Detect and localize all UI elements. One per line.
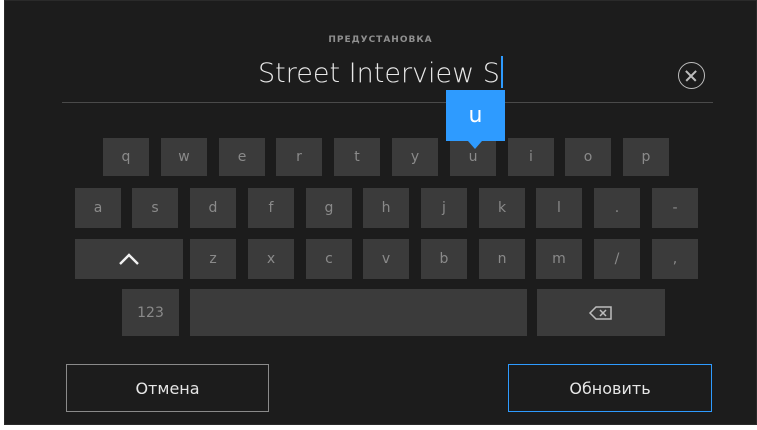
key-period[interactable]: .	[594, 188, 640, 228]
shift-key[interactable]	[75, 239, 183, 279]
key-t[interactable]: t	[334, 138, 380, 176]
key-p[interactable]: p	[623, 138, 669, 176]
key-b[interactable]: b	[421, 239, 467, 279]
key-g[interactable]: g	[306, 188, 352, 228]
key-v[interactable]: v	[363, 239, 409, 279]
key-f[interactable]: f	[248, 188, 294, 228]
key-r[interactable]: r	[276, 138, 322, 176]
caret-up-icon	[119, 253, 139, 265]
key-c[interactable]: c	[306, 239, 352, 279]
divider	[62, 102, 713, 103]
backspace-icon	[588, 305, 612, 320]
key-i[interactable]: i	[508, 138, 554, 176]
input-value: Street Interview S	[258, 58, 500, 89]
key-k[interactable]: k	[479, 188, 525, 228]
cancel-button[interactable]: Отмена	[66, 364, 269, 412]
key-comma[interactable]: ,	[652, 239, 698, 279]
key-y[interactable]: y	[392, 138, 438, 176]
key-preview-pointer	[468, 141, 482, 149]
backspace-key[interactable]	[537, 289, 665, 336]
key-j[interactable]: j	[421, 188, 467, 228]
update-button[interactable]: Обновить	[508, 364, 712, 412]
key-h[interactable]: h	[363, 188, 409, 228]
key-hyphen[interactable]: -	[652, 188, 698, 228]
key-z[interactable]: z	[190, 239, 236, 279]
key-a[interactable]: a	[75, 188, 121, 228]
key-w[interactable]: w	[161, 138, 207, 176]
section-label: ПРЕДУСТАНОВКА	[328, 35, 433, 45]
preset-name-input[interactable]: Street Interview S	[5, 56, 756, 89]
key-d[interactable]: d	[190, 188, 236, 228]
preset-editor-screen: ПРЕДУСТАНОВКА Street Interview S q w e r…	[4, 0, 757, 425]
key-x[interactable]: x	[248, 239, 294, 279]
key-preview-popup: u	[446, 90, 505, 141]
clear-text-button[interactable]	[678, 62, 705, 89]
text-cursor	[500, 56, 503, 88]
key-l[interactable]: l	[536, 188, 582, 228]
key-n[interactable]: n	[479, 239, 525, 279]
space-key[interactable]	[190, 289, 527, 336]
key-e[interactable]: e	[219, 138, 265, 176]
numbers-key[interactable]: 123	[122, 289, 179, 336]
key-s[interactable]: s	[132, 188, 178, 228]
key-q[interactable]: q	[103, 138, 149, 176]
key-m[interactable]: m	[536, 239, 582, 279]
key-o[interactable]: o	[565, 138, 611, 176]
key-slash[interactable]: /	[594, 239, 640, 279]
